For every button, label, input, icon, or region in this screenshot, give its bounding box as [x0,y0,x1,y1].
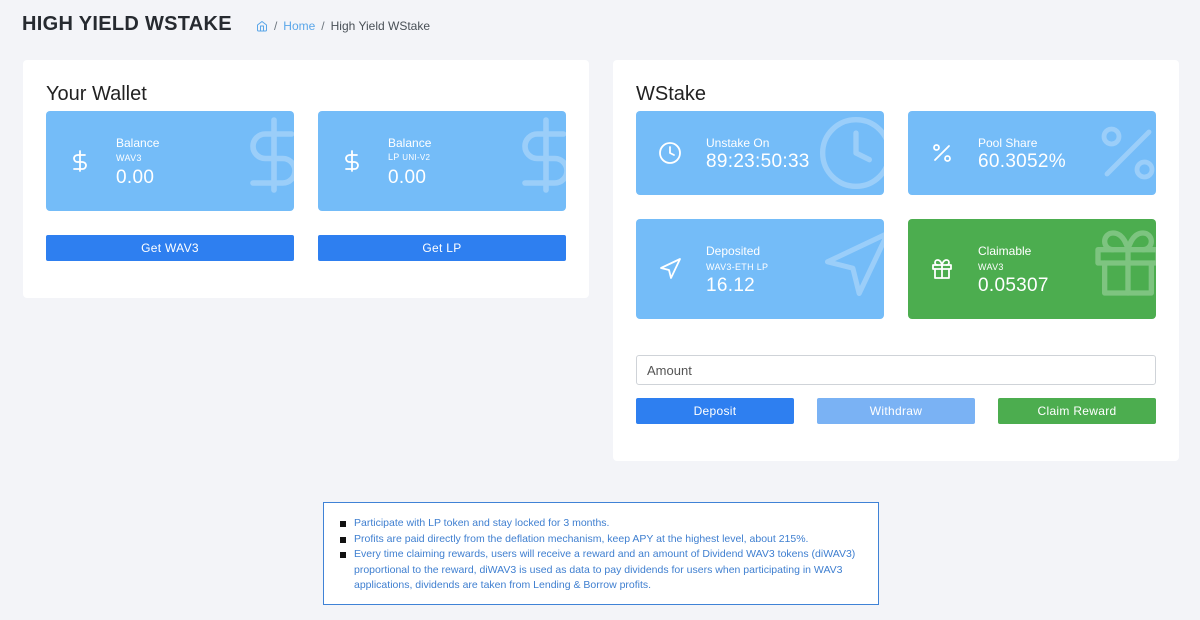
tile-label: Pool Share [978,136,1038,150]
wallet-title: Your Wallet [46,83,147,105]
tile-value: 89:23:50:33 [706,151,810,172]
gift-icon [1095,230,1156,296]
wstake-title: WStake [636,83,707,105]
tile-sublabel-text: LP [388,152,400,162]
get-lp-button[interactable]: Get LP [318,235,566,261]
dollar-icon [73,150,87,172]
claim-reward-button[interactable]: Claim Reward [998,398,1156,424]
page-header: HIGH YIELD WSTAKE / Home / High Yield WS… [22,13,430,36]
tile-sublabel: LP UNI-V2 [388,152,430,162]
tile-value: 16.12 [706,275,756,296]
percent-icon [1101,126,1155,180]
send-icon [660,258,681,279]
tile-label: Unstake On [706,136,770,150]
claimable-tile: Claimable WAV3 0.05307 [908,219,1156,319]
wav3-balance-tile: Balance WAV3 0.00 [46,111,294,211]
breadcrumb-current: High Yield WStake [330,19,431,33]
tile-label: Balance [116,136,160,150]
percent-icon [933,144,951,162]
breadcrumb-separator: / [273,19,278,33]
breadcrumb: / Home / High Yield WStake [256,19,430,33]
get-wav3-button[interactable]: Get WAV3 [46,235,294,261]
send-icon [824,232,884,297]
tile-label: Balance [388,136,432,150]
wallet-card: Your Wallet Balance WAV3 0.00 Balance LP… [23,60,589,298]
tile-sublabel: WAV3 [978,262,1004,272]
tile-label: Deposited [706,244,761,258]
info-item: Every time claiming rewards, users will … [338,547,862,594]
dollar-icon [522,117,566,193]
tile-label: Claimable [978,244,1032,258]
info-box: Participate with LP token and stay locke… [323,502,879,605]
amount-input[interactable] [636,355,1156,385]
tile-value: 0.00 [116,167,155,188]
withdraw-button[interactable]: Withdraw [817,398,975,424]
pool-share-tile: Pool Share 60.3052% [908,111,1156,195]
breadcrumb-home-link[interactable]: Home [283,19,315,33]
tile-sublabel: WAV3-ETH LP [706,262,769,272]
deposit-button[interactable]: Deposit [636,398,794,424]
info-item: Profits are paid directly from the defla… [338,532,862,548]
gift-icon [932,259,952,279]
page-title: HIGH YIELD WSTAKE [22,13,232,35]
tile-sublabel: WAV3 [116,153,142,163]
clock-icon [820,117,884,189]
home-icon[interactable] [256,20,268,32]
deposited-tile: Deposited WAV3-ETH LP 16.12 [636,219,884,319]
lp-balance-tile: Balance LP UNI-V2 0.00 [318,111,566,211]
unstake-on-tile: Unstake On 89:23:50:33 [636,111,884,195]
info-item: Participate with LP token and stay locke… [338,516,862,532]
dollar-icon [250,117,294,193]
tile-value: 0.05307 [978,275,1049,296]
tile-value: 60.3052% [978,151,1066,172]
dollar-icon [345,150,359,172]
breadcrumb-separator: / [321,19,325,33]
clock-icon [659,142,681,164]
info-list: Participate with LP token and stay locke… [338,516,862,594]
tile-sublabel-small: UNI-V2 [402,153,431,162]
tile-value: 0.00 [388,167,427,188]
